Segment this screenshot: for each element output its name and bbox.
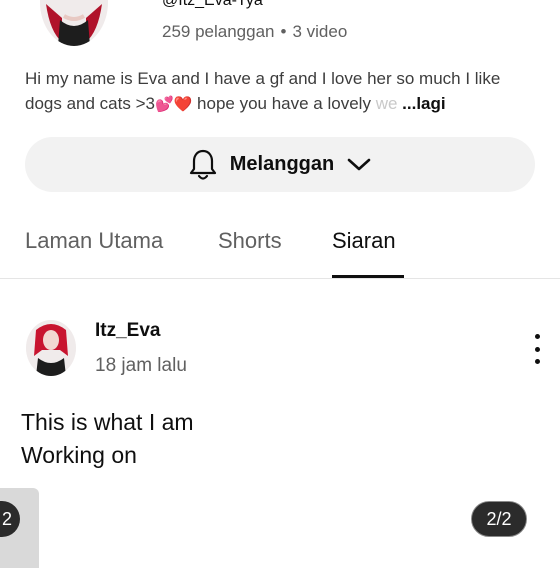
subscribe-label: Melanggan [229,153,335,175]
active-tab-indicator [332,275,404,278]
meta-separator: • [280,22,287,41]
tab-shorts[interactable]: Shorts [218,228,282,254]
subscribe-button[interactable]: Melanggan [25,137,535,192]
kebab-dot [534,359,540,364]
channel-tabs: Laman Utama Shorts Siaran [0,222,560,279]
subscriber-count: 259 pelanggan [162,22,275,41]
post-author-avatar[interactable] [26,320,76,376]
kebab-dot [534,346,540,352]
tab-laman-utama[interactable]: Laman Utama [25,228,163,254]
image-counter: 2/2 [471,501,527,537]
post-text-line: Working on [21,442,137,468]
channel-meta: 259 pelanggan • 3 video [162,22,347,42]
bell-icon [189,149,216,180]
more-vert-icon[interactable] [528,334,546,364]
bio-hearts: 💕❤️ [154,96,193,113]
channel-avatar[interactable] [40,0,108,46]
channel-handle: @Itz_Eva-Tya [162,0,263,9]
bio-tail: hope you have a lovely [192,94,376,113]
video-count: 3 video [292,22,348,41]
post-timestamp: 18 jam lalu [95,355,187,376]
kebab-dot [534,334,540,339]
avatar-illustration [40,0,108,46]
post-body: This is what I am Working on [21,406,321,472]
post-text-line: This is what I am [21,409,194,435]
channel-description[interactable]: Hi my name is Eva and I have a gf and I … [25,66,535,117]
post-author-name[interactable]: Itz_Eva [95,320,160,342]
avatar-illustration-small [26,320,76,376]
chevron-down-icon [347,158,371,170]
bio-faded: we [375,94,398,113]
tab-siaran[interactable]: Siaran [332,228,396,254]
more-link[interactable]: ...lagi [402,94,445,113]
